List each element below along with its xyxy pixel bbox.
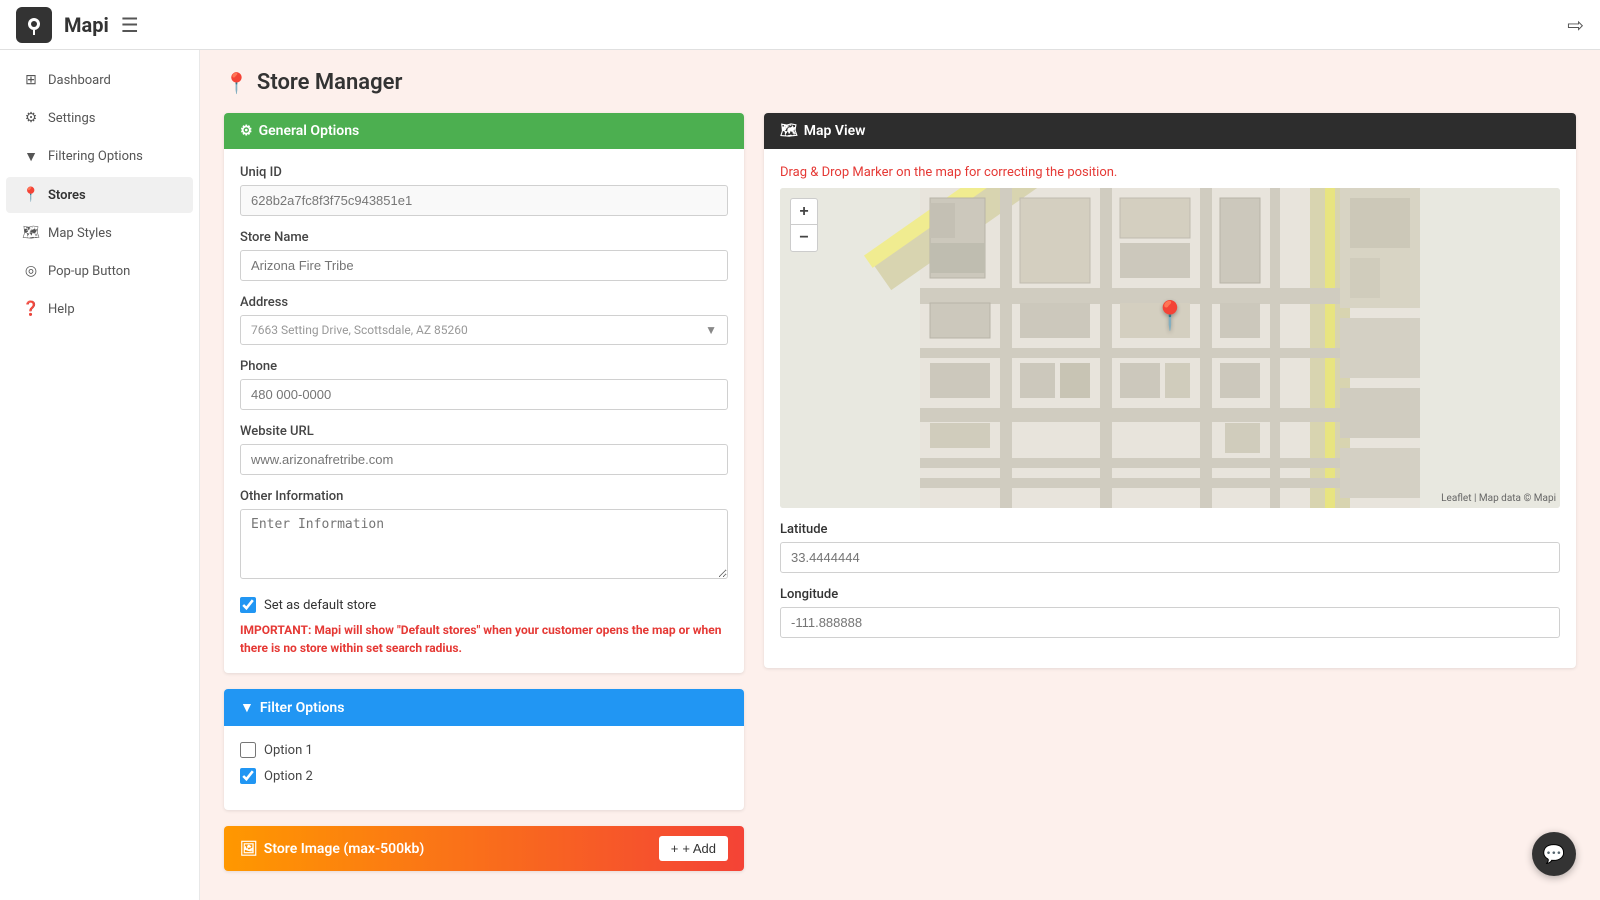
filter-option-2: Option 2 xyxy=(240,768,728,784)
sidebar-item-dashboard[interactable]: ⊞ Dashboard xyxy=(6,62,193,98)
map-marker[interactable]: 📍 xyxy=(1153,299,1188,332)
header-left: Mapi ☰ xyxy=(16,7,139,43)
website-url-group: Website URL xyxy=(240,424,728,475)
stores-icon: 📍 xyxy=(22,187,40,203)
page-title-icon: 📍 xyxy=(224,71,249,95)
uniq-id-input[interactable] xyxy=(240,185,728,216)
left-column: ⚙ General Options Uniq ID Store Name xyxy=(224,113,744,871)
help-icon: ❓ xyxy=(22,301,40,317)
phone-group: Phone xyxy=(240,359,728,410)
filter-options-icon: ▼ xyxy=(240,699,254,716)
default-store-row: Set as default store xyxy=(240,597,728,613)
two-col-layout: ⚙ General Options Uniq ID Store Name xyxy=(224,113,1576,871)
important-text: IMPORTANT: Mapi will show "Default store… xyxy=(240,621,728,657)
map-view-card: 🗺 Map View Drag & Drop Marker on the map… xyxy=(764,113,1576,668)
uniq-id-label: Uniq ID xyxy=(240,165,728,180)
address-group: Address 7663 Setting Drive, Scottsdale, … xyxy=(240,295,728,345)
top-header: Mapi ☰ ⇨ xyxy=(0,0,1600,50)
filter-option-2-label: Option 2 xyxy=(264,769,313,784)
latitude-label: Latitude xyxy=(780,522,1560,537)
map-background: + − 📍 Leaflet | Map data © Mapi xyxy=(780,188,1560,508)
map-attribution: Leaflet | Map data © Mapi xyxy=(1441,493,1556,504)
store-name-input[interactable] xyxy=(240,250,728,281)
chat-icon: 💬 xyxy=(1543,844,1565,865)
store-image-title-group: 🖼 Store Image (max-500kb) xyxy=(240,841,424,857)
uniq-id-group: Uniq ID xyxy=(240,165,728,216)
website-url-label: Website URL xyxy=(240,424,728,439)
filter-option-1: Option 1 xyxy=(240,742,728,758)
website-url-input[interactable] xyxy=(240,444,728,475)
store-image-header-flex: 🖼 Store Image (max-500kb) + + Add xyxy=(240,836,728,861)
store-name-label: Store Name xyxy=(240,230,728,245)
map-view-header: 🗺 Map View xyxy=(764,113,1576,149)
zoom-out-button[interactable]: − xyxy=(791,225,817,251)
filter-options-body: Option 1 Option 2 xyxy=(224,726,744,810)
map-view-icon: 🗺 xyxy=(780,123,798,139)
address-label: Address xyxy=(240,295,728,310)
add-icon: + xyxy=(671,841,679,856)
phone-input[interactable] xyxy=(240,379,728,410)
sidebar-item-help[interactable]: ❓ Help xyxy=(6,291,193,327)
other-info-group: Other Information xyxy=(240,489,728,583)
store-image-add-button[interactable]: + + Add xyxy=(659,836,728,861)
map-svg xyxy=(780,188,1560,508)
logout-button[interactable]: ⇨ xyxy=(1567,13,1584,37)
store-image-card: 🖼 Store Image (max-500kb) + + Add xyxy=(224,826,744,871)
map-styles-icon: 🗺 xyxy=(22,225,40,241)
latitude-group: Latitude xyxy=(780,522,1560,587)
hamburger-menu[interactable]: ☰ xyxy=(121,13,139,37)
content-area: 📍 Store Manager ⚙ General Options Uniq I… xyxy=(200,50,1600,900)
map-container[interactable]: + − 📍 Leaflet | Map data © Mapi xyxy=(780,188,1560,508)
filter-options-header: ▼ Filter Options xyxy=(224,689,744,726)
chat-bubble[interactable]: 💬 xyxy=(1532,832,1576,876)
logout-icon: ⇨ xyxy=(1567,13,1584,37)
filter-options-card: ▼ Filter Options Option 1 Option 2 xyxy=(224,689,744,810)
sidebar: ⊞ Dashboard ⚙ Settings ▼ Filtering Optio… xyxy=(0,50,200,900)
address-value: 7663 Setting Drive, Scottsdale, AZ 85260 xyxy=(251,323,468,337)
filter-icon: ▼ xyxy=(22,148,40,165)
page-title: 📍 Store Manager xyxy=(224,70,1576,95)
longitude-label: Longitude xyxy=(780,587,1560,602)
filter-option-1-label: Option 1 xyxy=(264,743,313,758)
sidebar-item-filtering-options[interactable]: ▼ Filtering Options xyxy=(6,138,193,175)
map-drag-hint: Drag & Drop Marker on the map for correc… xyxy=(780,165,1560,180)
default-store-label: Set as default store xyxy=(264,598,376,613)
address-select[interactable]: 7663 Setting Drive, Scottsdale, AZ 85260… xyxy=(240,315,728,345)
map-view-body: Drag & Drop Marker on the map for correc… xyxy=(764,149,1576,668)
latitude-input[interactable] xyxy=(780,542,1560,573)
settings-icon: ⚙ xyxy=(22,110,40,126)
sidebar-item-popup-button[interactable]: ◎ Pop-up Button xyxy=(6,253,193,289)
other-info-textarea[interactable] xyxy=(240,509,728,579)
zoom-in-button[interactable]: + xyxy=(791,199,817,225)
app-logo: Mapi xyxy=(64,13,109,37)
filter-option-2-checkbox[interactable] xyxy=(240,768,256,784)
other-info-label: Other Information xyxy=(240,489,728,504)
longitude-group: Longitude xyxy=(780,587,1560,652)
map-zoom-controls: + − xyxy=(790,198,818,252)
general-options-header: ⚙ General Options xyxy=(224,113,744,149)
dashboard-icon: ⊞ xyxy=(22,72,40,88)
phone-label: Phone xyxy=(240,359,728,374)
main-layout: ⊞ Dashboard ⚙ Settings ▼ Filtering Optio… xyxy=(0,50,1600,900)
longitude-input[interactable] xyxy=(780,607,1560,638)
popup-icon: ◎ xyxy=(22,263,40,279)
store-image-icon: 🖼 xyxy=(240,841,258,857)
store-image-header: 🖼 Store Image (max-500kb) + + Add xyxy=(224,826,744,871)
right-column: 🗺 Map View Drag & Drop Marker on the map… xyxy=(764,113,1576,668)
filter-option-1-checkbox[interactable] xyxy=(240,742,256,758)
sidebar-item-map-styles[interactable]: 🗺 Map Styles xyxy=(6,215,193,251)
general-options-body: Uniq ID Store Name Address 7663 xyxy=(224,149,744,673)
default-store-checkbox[interactable] xyxy=(240,597,256,613)
address-chevron-icon: ▼ xyxy=(705,323,717,337)
general-options-card: ⚙ General Options Uniq ID Store Name xyxy=(224,113,744,673)
sidebar-item-stores[interactable]: 📍 Stores xyxy=(6,177,193,213)
sidebar-item-settings[interactable]: ⚙ Settings xyxy=(6,100,193,136)
general-options-icon: ⚙ xyxy=(240,123,253,139)
logo-icon xyxy=(16,7,52,43)
store-name-group: Store Name xyxy=(240,230,728,281)
